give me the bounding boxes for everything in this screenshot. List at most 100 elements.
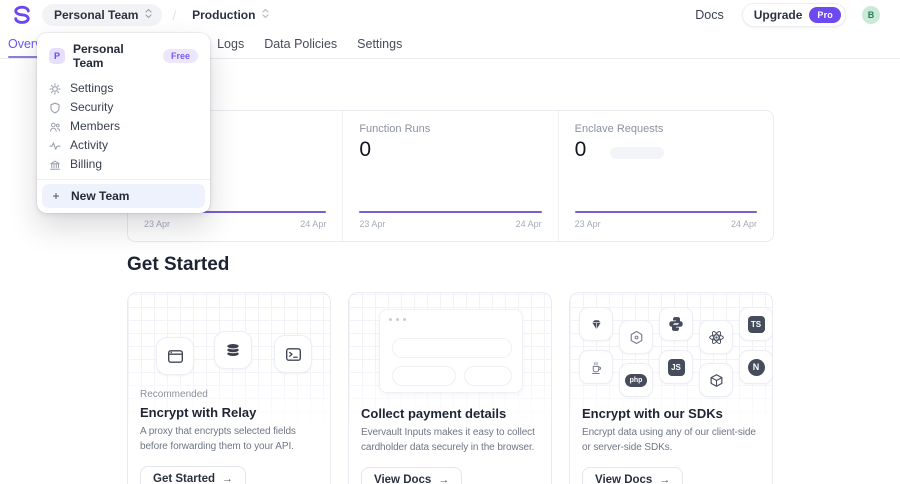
arrow-right-icon: → <box>659 474 671 484</box>
browser-icon <box>156 337 194 375</box>
metric-title: Enclave Requests <box>574 123 664 135</box>
card-title: Encrypt with our SDKs <box>582 406 723 421</box>
view-docs-button[interactable]: View Docs → <box>582 467 684 484</box>
chevron-updown-icon <box>144 8 153 22</box>
axis-label-end: 24 Apr <box>730 219 757 229</box>
card-title: Encrypt with Relay <box>140 405 257 420</box>
team-menu-items: Settings Security Members Activity Billi… <box>37 77 210 176</box>
card-description: Evervault Inputs makes it easy to collec… <box>361 427 535 453</box>
team-avatar: P <box>49 48 65 64</box>
menu-item-security[interactable]: Security <box>37 98 210 117</box>
arrow-right-icon: → <box>222 473 233 484</box>
team-menu: P Personal Team Free Settings Security M… <box>37 33 210 213</box>
tab-logs[interactable]: Logs <box>217 30 244 58</box>
php-badge-label: php <box>625 373 647 387</box>
dashboard-page: Personal Team / Production Docs Upgrade … <box>0 0 900 484</box>
metric-column-function-runs: Function Runs 0 23 Apr 24 Apr <box>342 111 557 241</box>
skeleton-pill <box>610 146 665 159</box>
environment-label: Production <box>192 8 256 22</box>
button-label: View Docs <box>374 474 432 484</box>
button-label: Get Started <box>153 473 215 484</box>
plus-icon: + <box>52 189 60 203</box>
bank-icon <box>49 159 61 171</box>
axis-label-end: 24 Apr <box>515 219 542 229</box>
people-icon <box>49 121 61 133</box>
window-dots <box>389 318 406 321</box>
pro-badge: Pro <box>809 7 841 23</box>
menu-divider <box>37 179 210 180</box>
get-started-cards: Recommended Encrypt with Relay A proxy t… <box>127 292 773 484</box>
nextjs-icon: N <box>739 350 772 384</box>
card-number-field-mock <box>392 338 512 358</box>
free-plan-badge: Free <box>162 49 198 63</box>
docs-link[interactable]: Docs <box>695 8 723 22</box>
javascript-icon: JS <box>659 350 693 384</box>
button-label: View Docs <box>595 474 653 484</box>
inputs-preview-window <box>379 309 523 393</box>
menu-item-label: Members <box>70 119 121 133</box>
recommended-badge: Recommended <box>140 389 208 400</box>
gear-icon <box>49 82 61 95</box>
metric-value: 0 <box>359 138 372 161</box>
typescript-icon: TS <box>739 307 772 341</box>
react-icon <box>699 320 733 354</box>
pulse-icon <box>49 140 61 152</box>
team-switcher-label: Personal Team <box>54 8 139 22</box>
evervault-logo <box>12 5 32 25</box>
shield-icon <box>49 102 61 114</box>
metric-column-enclave-requests: Enclave Requests 0 23 Apr 24 Apr <box>557 111 773 241</box>
ruby-icon <box>579 307 613 341</box>
metric-value: 0 <box>574 138 587 161</box>
get-started-heading: Get Started <box>127 254 230 275</box>
typescript-badge-label: TS <box>747 315 765 333</box>
menu-item-billing[interactable]: Billing <box>37 155 210 174</box>
python-icon <box>659 307 693 341</box>
environment-switcher[interactable]: Production <box>186 4 276 26</box>
team-switcher[interactable]: Personal Team <box>42 4 163 26</box>
axis-label-end: 24 Apr <box>300 219 327 229</box>
menu-item-label: Billing <box>70 157 103 171</box>
tab-data-policies[interactable]: Data Policies <box>264 30 337 58</box>
menu-item-label: Security <box>70 100 114 114</box>
chevron-updown-icon <box>261 8 270 22</box>
user-avatar[interactable]: B <box>862 6 880 24</box>
card-title: Collect payment details <box>361 406 507 421</box>
menu-item-members[interactable]: Members <box>37 117 210 136</box>
menu-item-activity[interactable]: Activity <box>37 136 210 155</box>
axis-label-start: 23 Apr <box>574 219 601 229</box>
team-menu-header[interactable]: P Personal Team Free <box>37 33 210 77</box>
axis-label-start: 23 Apr <box>359 219 386 229</box>
arrow-right-icon: → <box>438 474 450 484</box>
menu-item-label: Settings <box>70 81 114 95</box>
card-encrypt-with-sdks: TS php JS N Encrypt with our SDKs Encryp… <box>569 292 773 484</box>
sparkline <box>574 211 757 213</box>
upgrade-button[interactable]: Upgrade Pro <box>741 3 846 27</box>
breadcrumb-slash: / <box>172 7 177 23</box>
javascript-badge-label: JS <box>667 358 685 376</box>
terminal-icon <box>274 335 312 373</box>
top-bar: Personal Team / Production Docs Upgrade … <box>0 0 900 30</box>
axis-label-start: 23 Apr <box>144 219 171 229</box>
new-team-label: New Team <box>71 189 130 203</box>
node-icon <box>619 320 653 354</box>
get-started-button[interactable]: Get Started → <box>140 466 246 484</box>
menu-item-label: Activity <box>70 138 109 152</box>
java-icon <box>579 350 613 384</box>
menu-item-new-team[interactable]: + New Team <box>42 184 205 208</box>
tab-settings[interactable]: Settings <box>357 30 402 58</box>
card-description: A proxy that encrypts selected fields be… <box>140 426 296 452</box>
evervault-stack-icon <box>214 331 252 369</box>
metrics-card: 23 Apr 24 Apr Function Runs 0 23 Apr 24 … <box>127 110 774 242</box>
cvc-field-mock <box>464 366 512 386</box>
go-icon <box>699 363 733 397</box>
view-docs-button[interactable]: View Docs → <box>361 467 463 484</box>
card-collect-payment-details: Collect payment details Evervault Inputs… <box>348 292 552 484</box>
expiry-field-mock <box>392 366 456 386</box>
card-encrypt-with-relay: Recommended Encrypt with Relay A proxy t… <box>127 292 331 484</box>
upgrade-label: Upgrade <box>753 8 803 22</box>
sparkline <box>359 211 542 213</box>
menu-item-settings[interactable]: Settings <box>37 79 210 98</box>
team-name: Personal Team <box>73 42 124 70</box>
metric-title: Function Runs <box>359 123 431 135</box>
sdk-icon-grid: TS php JS N <box>570 293 772 405</box>
